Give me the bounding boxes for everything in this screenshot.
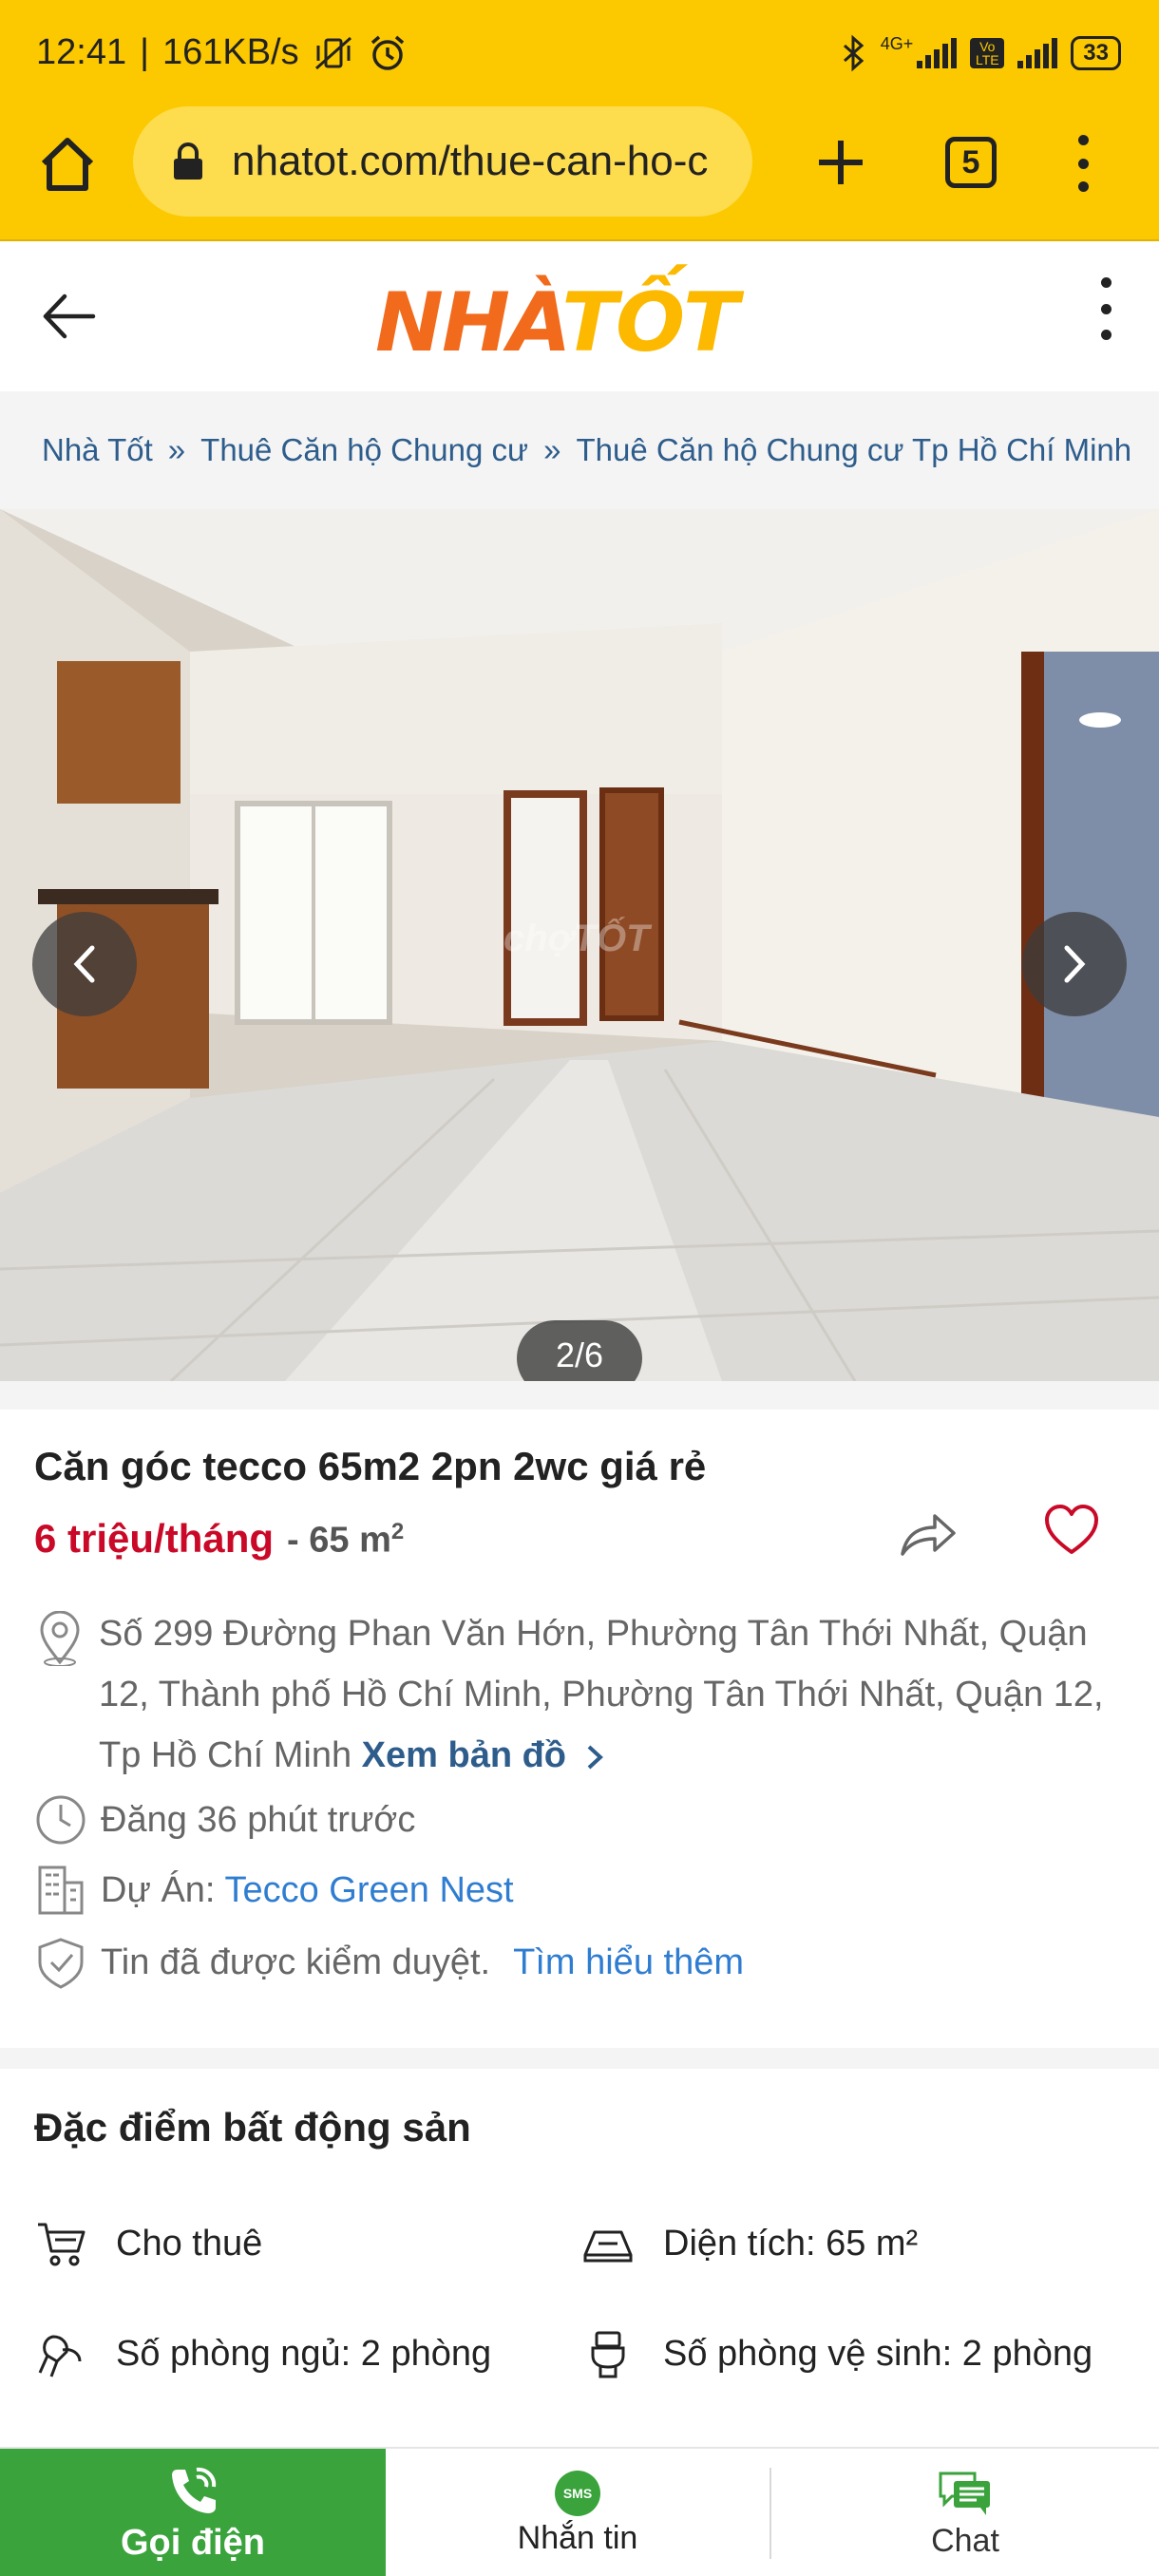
sms-label: Nhắn tin — [517, 2519, 638, 2556]
photo-gallery[interactable]: chợTỐT 2/6 — [0, 509, 1159, 1381]
status-bar: 12:41 | 161KB/s 4G+ Vo LTE 33 — [0, 0, 1159, 103]
feature-label: Số phòng ngủ: 2 phòng — [116, 2333, 492, 2374]
tab-switcher-button[interactable]: 5 — [945, 137, 997, 188]
share-icon[interactable] — [899, 1506, 958, 1560]
url-text: nhatot.com/thue-can-ho-c — [232, 138, 709, 184]
photo-counter: 2/6 — [517, 1320, 642, 1381]
area-icon — [583, 2230, 633, 2263]
home-icon[interactable] — [34, 131, 101, 198]
battery-level: 33 — [1083, 40, 1109, 66]
chevron-right-icon — [587, 1745, 603, 1770]
bed-icon — [38, 2335, 82, 2377]
photo-watermark: chợTỐT — [504, 918, 650, 959]
status-right: 4G+ Vo LTE 33 — [839, 34, 1121, 72]
sms-button[interactable]: SMS Nhắn tin — [386, 2468, 771, 2559]
building-icon — [38, 1866, 84, 1915]
property-features: Đặc điểm bất động sản Cho thuê Diện tích… — [0, 2069, 1159, 2449]
logo-main: NHÀ — [375, 275, 563, 370]
price-row: 6 triệu/tháng - 65 m2 — [34, 1516, 404, 1562]
chevron-left-icon — [73, 945, 95, 983]
sms-icon: SMS — [555, 2470, 600, 2516]
project-row: Dự Án: Tecco Green Nest — [34, 1864, 514, 1917]
breadcrumb-subcategory[interactable]: Thuê Căn hộ Chung cư Tp Hồ Chí Minh — [577, 432, 1132, 468]
shield-check-icon — [38, 1938, 84, 1989]
new-tab-icon[interactable] — [808, 129, 874, 196]
toilet-icon — [591, 2331, 625, 2378]
bluetooth-icon — [843, 34, 864, 72]
signal-icon — [917, 38, 958, 68]
breadcrumb-category[interactable]: Thuê Căn hộ Chung cư — [200, 432, 528, 468]
view-map-link[interactable]: Xem bản đồ — [362, 1735, 605, 1775]
call-button[interactable]: Gọi điện — [0, 2449, 386, 2576]
features-heading: Đặc điểm bất động sản — [34, 2105, 471, 2150]
posted-row: Đăng 36 phút trước — [34, 1793, 415, 1847]
section-divider — [0, 1381, 1159, 1410]
tab-count: 5 — [961, 143, 980, 180]
chat-button[interactable]: Chat — [771, 2449, 1159, 2576]
lock-icon — [174, 142, 202, 180]
more-options-icon[interactable] — [1094, 277, 1117, 340]
status-speed: 161KB/s — [162, 32, 299, 72]
project-link[interactable]: Tecco Green Nest — [224, 1864, 513, 1917]
chat-label: Chat — [931, 2522, 999, 2559]
learn-more-link[interactable]: Tìm hiểu thêm — [513, 1936, 744, 1989]
verified-text: Tin đã được kiểm duyệt. — [101, 1942, 491, 1982]
status-time: 12:41 — [36, 32, 127, 72]
feature-bedrooms: Số phòng ngủ: 2 phòng — [34, 2327, 491, 2380]
photo-counter-text: 2/6 — [555, 1335, 604, 1374]
chevron-right-icon — [1064, 945, 1086, 983]
feature-label: Cho thuê — [116, 2223, 263, 2263]
posted-time: Đăng 36 phút trước — [101, 1800, 416, 1840]
status-left: 12:41 | 161KB/s — [36, 32, 408, 73]
listing-area: - 65 m2 — [287, 1519, 404, 1562]
feature-area: Diện tích: 65 m² — [581, 2217, 918, 2270]
site-logo[interactable]: NHÀTỐT — [375, 275, 739, 370]
breadcrumb: Nhà Tốt » Thuê Căn hộ Chung cư » Thuê Că… — [0, 391, 1159, 509]
view-map-label: Xem bản đồ — [361, 1735, 567, 1775]
cart-icon — [38, 2223, 86, 2266]
project-label: Dự Án: — [101, 1870, 216, 1910]
next-photo-button[interactable] — [1022, 912, 1127, 1016]
listing-address: Số 299 Đường Phan Văn Hớn, Phường Tân Th… — [99, 1603, 1125, 1786]
call-label: Gọi điện — [121, 2522, 265, 2563]
listing-title: Căn góc tecco 65m2 2pn 2wc giá rẻ — [34, 1444, 707, 1488]
vibrate-off-icon — [314, 36, 352, 69]
url-bar[interactable]: nhatot.com/thue-can-ho-c — [133, 106, 752, 217]
alarm-icon — [370, 35, 404, 70]
sms-badge: SMS — [562, 2485, 593, 2501]
volte-badge: Vo LTE — [970, 38, 1005, 68]
favorite-heart-icon[interactable] — [1043, 1503, 1100, 1560]
clock-icon — [36, 1795, 86, 1845]
site-header: NHÀTỐT — [0, 241, 1159, 391]
area-unit-sup: 2 — [390, 1519, 405, 1545]
listing-price: 6 triệu/tháng — [34, 1516, 275, 1561]
breadcrumb-home[interactable]: Nhà Tốt — [42, 432, 153, 468]
chat-bubble-icon — [939, 2472, 990, 2515]
logo-accent: TỐT — [561, 275, 738, 370]
bottom-action-bar: Gọi điện SMS Nhắn tin Chat — [0, 2447, 1159, 2576]
section-divider — [0, 2048, 1159, 2069]
listing-info: Căn góc tecco 65m2 2pn 2wc giá rẻ 6 triệ… — [0, 1410, 1159, 2048]
previous-photo-button[interactable] — [32, 912, 137, 1016]
verified-row: Tin đã được kiểm duyệt. Tìm hiểu thêm — [34, 1936, 744, 1989]
area-value: - 65 m — [287, 1521, 391, 1561]
browser-toolbar: nhatot.com/thue-can-ho-c 5 — [0, 103, 1159, 241]
phone-ringing-icon — [172, 2467, 217, 2513]
feature-transaction-type: Cho thuê — [34, 2217, 262, 2270]
network-type: 4G+ — [880, 34, 914, 53]
feature-label: Diện tích: 65 m² — [663, 2223, 919, 2263]
feature-bathrooms: Số phòng vệ sinh: 2 phòng — [581, 2327, 1092, 2380]
location-pin-icon — [40, 1611, 80, 1666]
browser-menu-icon[interactable] — [1064, 135, 1102, 192]
feature-label: Số phòng vệ sinh: 2 phòng — [663, 2333, 1093, 2374]
back-arrow-icon[interactable] — [38, 285, 101, 348]
signal-2-icon — [1017, 38, 1058, 68]
battery-icon: 33 — [1071, 36, 1121, 70]
